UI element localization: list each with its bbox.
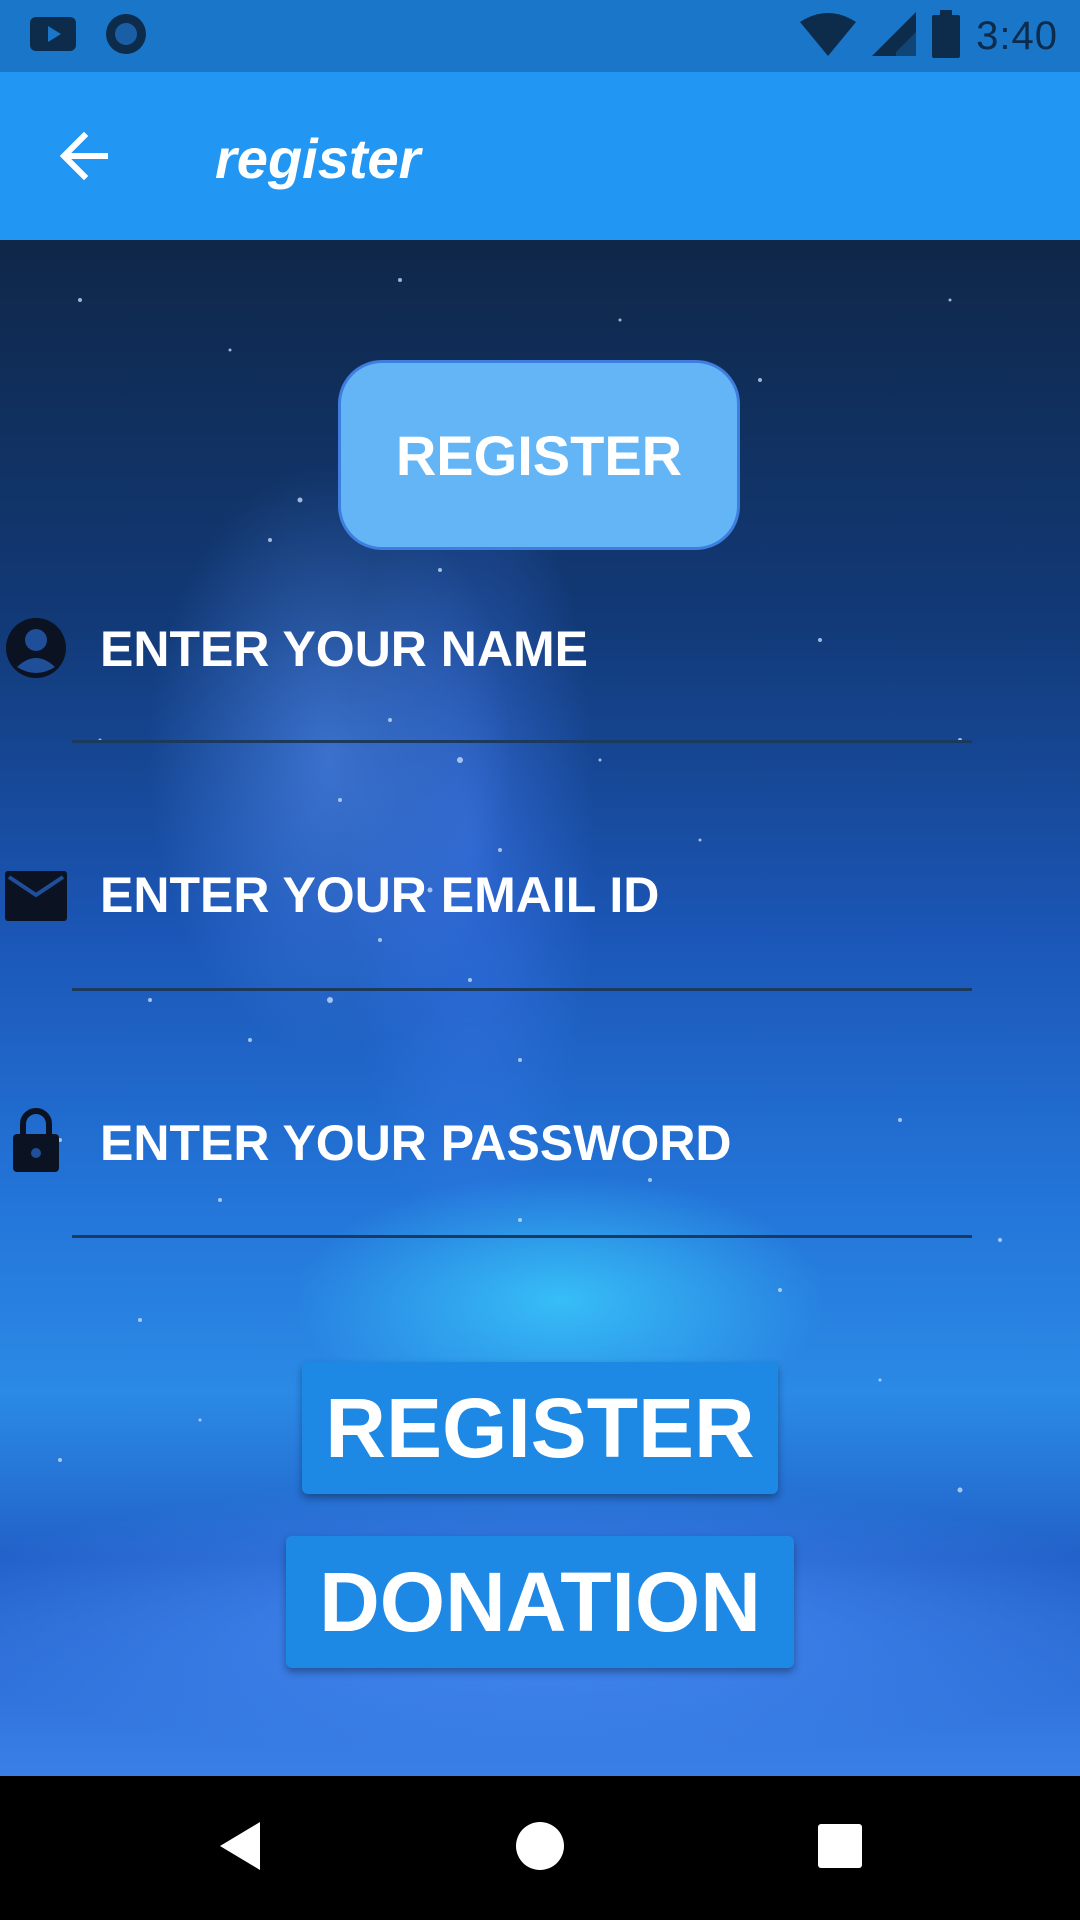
name-underline <box>72 740 972 743</box>
app-bar: register <box>0 72 1080 240</box>
email-underline <box>72 988 972 991</box>
wifi-icon <box>800 12 857 61</box>
nav-recents-button[interactable] <box>800 1808 880 1888</box>
nav-back-button[interactable] <box>200 1808 280 1888</box>
register-form: REGISTER ENTER YOUR NAME ENTER YOUR EMAI… <box>0 240 1080 1776</box>
arrow-back-icon <box>58 131 110 185</box>
back-triangle-icon <box>216 1820 264 1877</box>
youtube-icon <box>30 16 76 56</box>
register-button[interactable]: REGISTER <box>302 1362 778 1494</box>
home-circle-icon <box>514 1820 566 1877</box>
status-time: 3:40 <box>976 13 1058 58</box>
signal-icon <box>872 11 917 61</box>
navigation-bar <box>0 1776 1080 1920</box>
donation-button[interactable]: DONATION <box>286 1536 794 1668</box>
battery-icon <box>932 9 961 63</box>
name-input[interactable]: ENTER YOUR NAME <box>100 620 588 678</box>
recents-square-icon <box>816 1822 864 1875</box>
lock-icon <box>4 1108 68 1172</box>
email-input[interactable]: ENTER YOUR EMAIL ID <box>100 866 659 924</box>
mail-icon <box>4 864 68 928</box>
circle-app-icon <box>104 12 148 61</box>
top-register-button[interactable]: REGISTER <box>338 360 740 550</box>
page-title: register <box>215 127 421 190</box>
back-button[interactable] <box>48 122 120 194</box>
password-input[interactable]: ENTER YOUR PASSWORD <box>100 1114 732 1172</box>
password-underline <box>72 1235 972 1238</box>
account-circle-icon <box>4 616 68 680</box>
status-bar: 3:40 <box>0 0 1080 72</box>
nav-home-button[interactable] <box>500 1808 580 1888</box>
